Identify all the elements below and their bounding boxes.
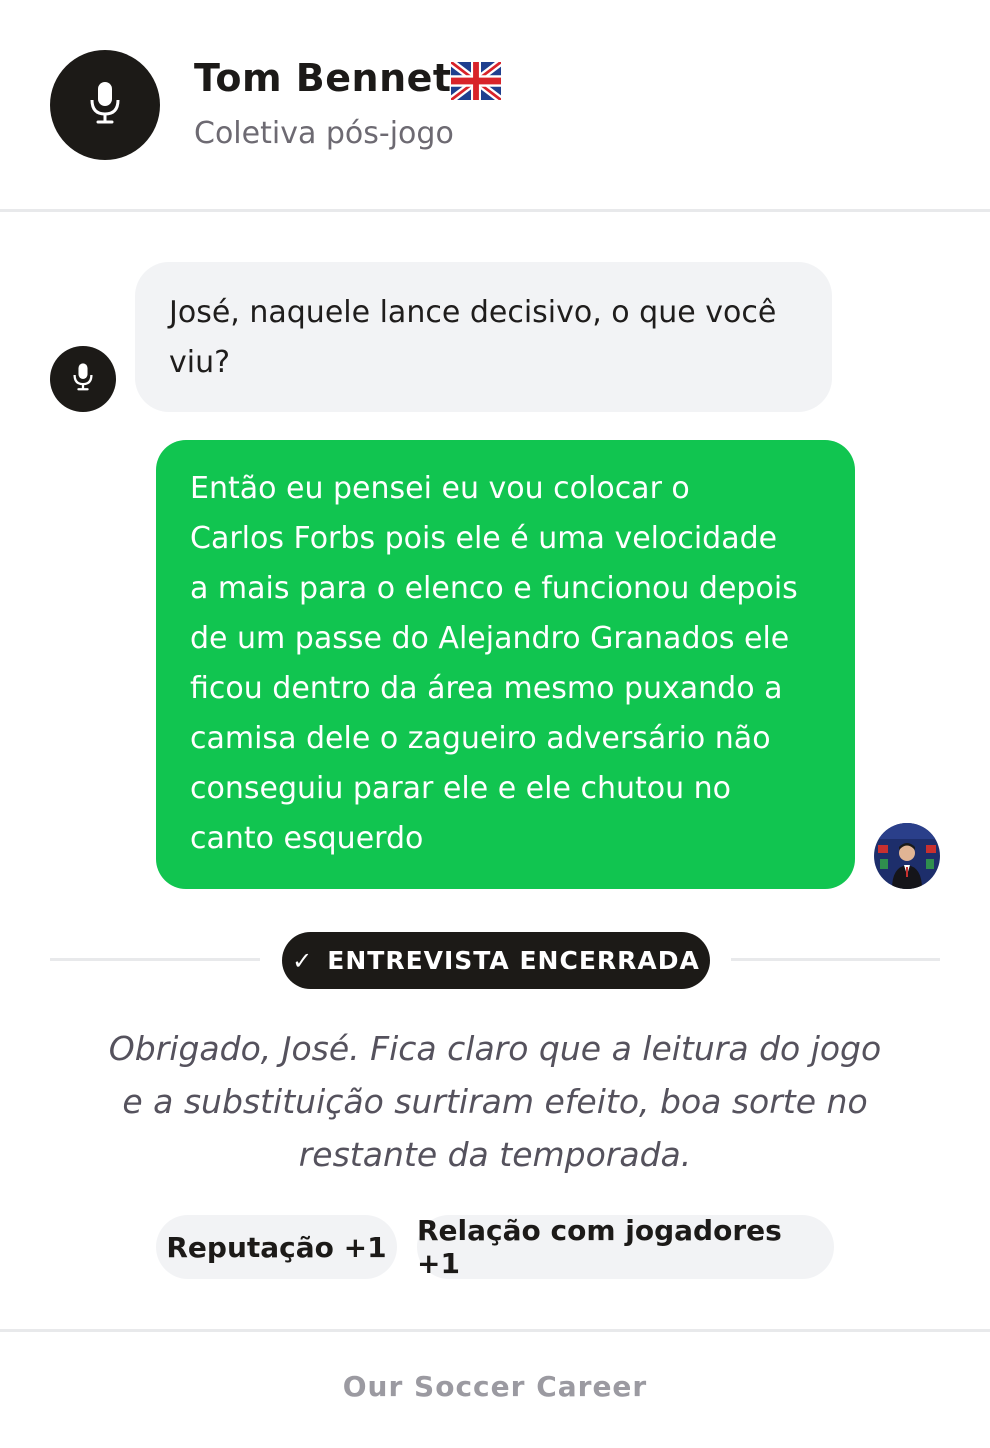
effect-label: Reputação +1: [166, 1230, 387, 1264]
answer-line: camisa dele o zagueiro adversário não: [190, 721, 771, 756]
closing-line: e a substituição surtiram efeito, boa so…: [122, 1082, 868, 1121]
closing-line: restante da temporada.: [298, 1135, 692, 1174]
microphone-icon: [88, 80, 122, 130]
reporter-name: Tom Bennett: [194, 56, 471, 100]
status-divider-left: [50, 958, 260, 961]
user-avatar: [874, 823, 940, 889]
question-text: José, naquele lance decisivo, o que você…: [169, 295, 777, 380]
answer-line: Então eu pensei eu vou colocar o: [190, 471, 690, 506]
reporter-message-avatar: [50, 346, 116, 412]
answer-line: a mais para o elenco e funcionou depois: [190, 571, 798, 606]
reporter-avatar: [50, 50, 160, 160]
effect-chip-player-relations: Relação com jogadores +1: [417, 1214, 834, 1280]
microphone-icon: [72, 362, 94, 396]
answer-line: Carlos Forbs pois ele é uma velocidade: [190, 521, 778, 556]
check-icon: ✓: [292, 946, 314, 975]
effect-label: Relação com jogadores +1: [417, 1214, 782, 1280]
answer-line: ficou dentro da área mesmo puxando a: [190, 671, 783, 706]
footer-divider: [0, 1329, 990, 1332]
closing-remark: Obrigado, José. Fica claro que a leitura…: [60, 1022, 930, 1181]
answer-line: de um passe do Alejandro Granados ele: [190, 621, 790, 656]
answer-line: canto esquerdo: [190, 821, 424, 856]
player-answer-bubble: Então eu pensei eu vou colocar o Carlos …: [156, 440, 855, 889]
closing-line: Obrigado, José. Fica claro que a leitura…: [108, 1029, 882, 1068]
session-type: Coletiva pós-jogo: [194, 116, 454, 151]
reporter-question-bubble: José, naquele lance decisivo, o que você…: [135, 262, 832, 412]
effect-chip-reputation: Reputação +1: [156, 1215, 397, 1279]
interview-header: Tom Bennett Coletiva pós-jogo: [0, 0, 990, 210]
header-divider: [0, 209, 990, 212]
status-divider-right: [731, 958, 940, 961]
interview-ended-badge: ✓ ENTREVISTA ENCERRADA: [282, 932, 710, 989]
footer-brand: Our Soccer Career: [342, 1370, 648, 1403]
status-label: ENTREVISTA ENCERRADA: [327, 946, 700, 975]
answer-line: conseguiu parar ele e ele chutou no: [190, 771, 732, 806]
